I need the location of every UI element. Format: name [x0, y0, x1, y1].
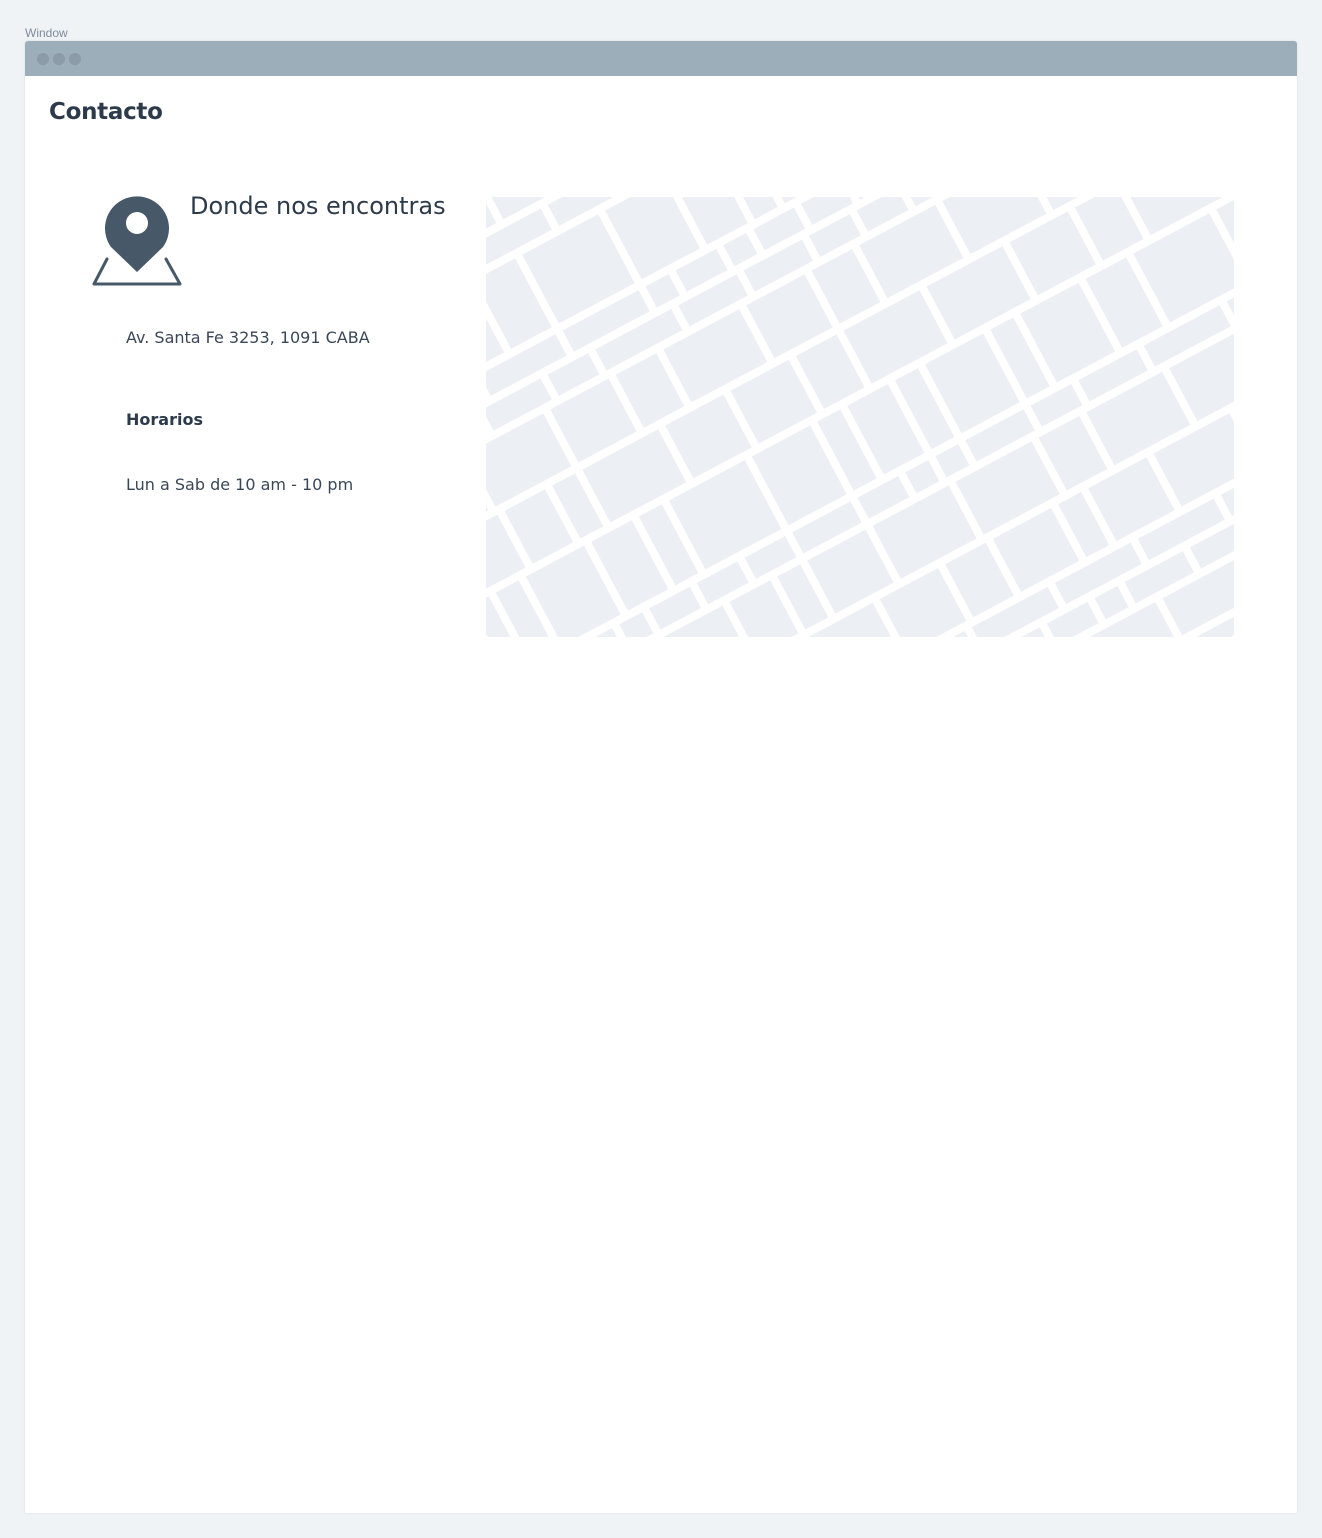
map-block	[645, 274, 680, 308]
window-maximize-button[interactable]	[69, 53, 81, 65]
window: Contacto Donde nos encontras Av. Santa F…	[25, 41, 1297, 1513]
address-text: Av. Santa Fe 3253, 1091 CABA	[126, 328, 370, 347]
map-block	[935, 444, 970, 478]
hours-text: Lun a Sab de 10 am - 10 pm	[126, 475, 354, 494]
map-block	[904, 197, 939, 207]
window-close-button[interactable]	[37, 53, 49, 65]
map-block	[486, 197, 491, 201]
window-minimize-button[interactable]	[53, 53, 65, 65]
map-block	[905, 460, 940, 494]
window-titlebar[interactable]	[25, 41, 1297, 76]
map-block	[1226, 289, 1234, 323]
window-label: Window	[25, 26, 68, 40]
map-block	[589, 628, 624, 637]
hours-heading: Horarios	[126, 410, 203, 429]
map-placeholder[interactable]	[486, 197, 1234, 637]
page-title: Contacto	[49, 99, 163, 125]
map-block	[619, 612, 654, 637]
map-pin-icon	[92, 189, 184, 287]
location-title: Donde nos encontras	[190, 192, 446, 220]
map-block	[723, 232, 758, 267]
map-block	[1094, 585, 1129, 620]
